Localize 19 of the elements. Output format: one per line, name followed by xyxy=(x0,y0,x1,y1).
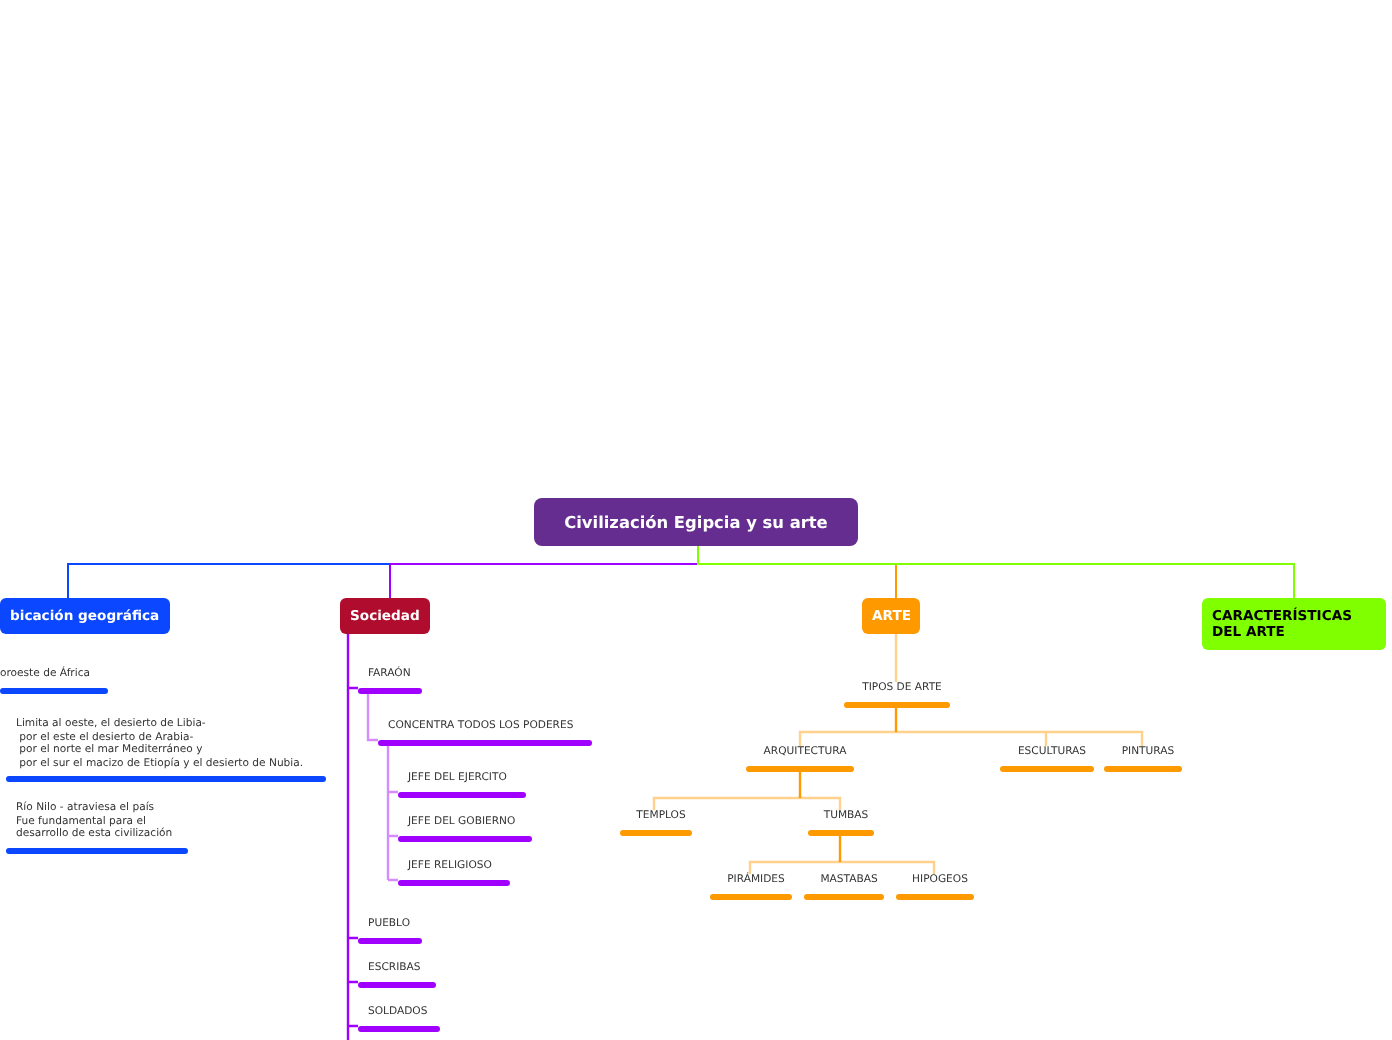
subtopic-underline xyxy=(358,981,436,988)
subtopic-underline xyxy=(398,879,510,886)
subtopic-underline xyxy=(1104,765,1182,772)
subtopic-underline xyxy=(398,791,526,798)
subtopic-underline xyxy=(358,687,422,694)
subtopic-underline xyxy=(710,893,792,900)
subtopic-underline xyxy=(896,893,974,900)
subtopic-underline xyxy=(620,829,692,836)
subtopic-underline xyxy=(746,765,854,772)
subtopic-underline xyxy=(358,937,422,944)
subtopic-underline xyxy=(398,835,532,842)
subtopic-underline xyxy=(804,893,884,900)
subtopic-underline xyxy=(808,829,874,836)
connector-line xyxy=(894,634,898,682)
subtopic-underline xyxy=(844,701,950,708)
central-topic[interactable]: Civilización Egipcia y su arte xyxy=(534,498,858,546)
subtopic-underline xyxy=(1000,765,1094,772)
subtopic-underline xyxy=(0,687,108,694)
subtopic-underline xyxy=(358,1025,440,1032)
